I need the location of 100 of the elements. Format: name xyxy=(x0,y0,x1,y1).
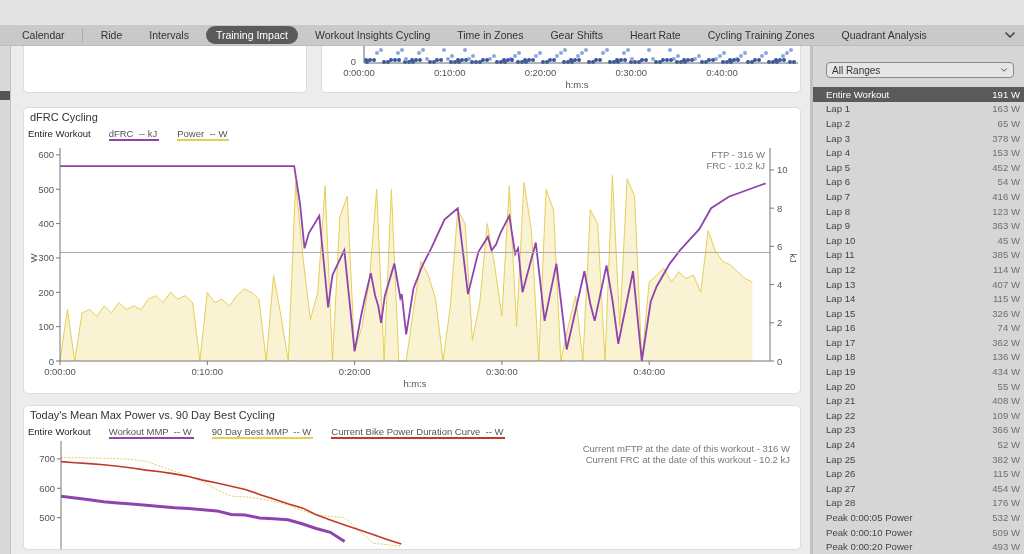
axis-tick-label: 500 xyxy=(39,512,55,524)
range-value: 65 W xyxy=(997,118,1020,129)
range-row[interactable]: Lap 20 55 W xyxy=(813,378,1024,394)
range-row[interactable]: Peak 0:00:10 Power 509 W xyxy=(813,524,1024,540)
chevron-down-icon xyxy=(999,65,1009,75)
range-row[interactable]: Lap 4 153 W xyxy=(813,145,1024,160)
range-label: Peak 0:00:05 Power xyxy=(826,512,913,523)
range-row[interactable]: Lap 9 363 W xyxy=(813,218,1024,233)
tab[interactable]: Intervals xyxy=(139,26,199,44)
axis-tick-label: 0 xyxy=(350,56,356,67)
range-label: Peak 0:00:10 Power xyxy=(826,526,913,538)
range-label: Lap 7 xyxy=(826,190,850,202)
range-row[interactable]: Lap 21 408 W xyxy=(813,393,1024,409)
legend-item: Current Bike Power Duration Curve -- W xyxy=(331,426,506,439)
tab[interactable]: Workout Insights Cycling xyxy=(304,26,441,44)
range-label: Lap 5 xyxy=(826,161,850,173)
range-row[interactable]: Lap 14 115 W xyxy=(813,291,1024,306)
range-value: 385 W xyxy=(992,249,1020,261)
tab[interactable]: Calendar xyxy=(12,26,75,44)
range-row[interactable]: Lap 27 454 W xyxy=(813,481,1024,496)
range-label: Lap 11 xyxy=(826,249,855,261)
range-row[interactable]: Lap 17 362 W xyxy=(813,335,1024,350)
range-row[interactable]: Lap 7 416 W xyxy=(813,189,1024,204)
axis-tick-label: 300 xyxy=(38,252,54,264)
range-label: Lap 15 xyxy=(826,307,856,319)
range-row[interactable]: Lap 10 45 W xyxy=(813,232,1024,248)
range-label: Lap 17 xyxy=(826,336,856,348)
range-row[interactable]: Lap 13 407 W xyxy=(813,276,1024,292)
range-row[interactable]: Lap 16 74 W xyxy=(813,320,1024,336)
chart-annotation: FTP - 316 W xyxy=(711,149,765,160)
axis-tick-label: 200 xyxy=(38,286,54,298)
range-row[interactable]: Entire Workout 191 W xyxy=(813,87,1024,102)
range-label: Lap 24 xyxy=(826,439,856,451)
range-label: Lap 8 xyxy=(826,205,850,217)
range-row[interactable]: Lap 6 54 W xyxy=(813,174,1024,190)
range-row[interactable]: Peak 0:00:20 Power 493 W xyxy=(813,539,1024,554)
range-row[interactable]: Lap 2 65 W xyxy=(813,116,1024,131)
axis-tick-label: 0:30:00 xyxy=(486,366,518,377)
range-label: Lap 26 xyxy=(826,468,856,480)
range-label: Lap 12 xyxy=(826,263,856,275)
axis-tick-label: 6 xyxy=(777,240,783,252)
axis-title: W xyxy=(28,253,39,263)
range-row[interactable]: Lap 24 52 W xyxy=(813,437,1024,452)
tab[interactable]: Training Impact xyxy=(205,26,298,44)
chart-annotation: Current mFTP at the date of this workout - 316 W xyxy=(582,443,790,454)
range-row[interactable]: Lap 11 385 W xyxy=(813,247,1024,263)
range-value: 74 W xyxy=(997,322,1020,334)
range-label: Lap 20 xyxy=(826,380,856,392)
range-row[interactable]: Lap 23 366 W xyxy=(813,422,1024,438)
range-value: 123 W xyxy=(992,205,1020,217)
axis-tick-label: 700 xyxy=(39,453,55,465)
legend-item: Power -- W xyxy=(177,128,230,141)
range-label: Lap 23 xyxy=(826,424,856,436)
range-row[interactable]: Lap 28 176 W xyxy=(813,495,1024,511)
tab[interactable]: Ride xyxy=(90,26,133,44)
axis-tick-label: 0:30:00 xyxy=(615,67,648,78)
range-value: 382 W xyxy=(992,453,1020,465)
range-row[interactable]: Lap 12 114 W xyxy=(813,262,1024,277)
tab[interactable]: Quadrant Analysis xyxy=(831,26,937,44)
axis-tick-label: 0:40:00 xyxy=(706,67,738,78)
range-row[interactable]: Lap 18 136 W xyxy=(813,349,1024,365)
range-select[interactable]: All Ranges xyxy=(826,62,1014,78)
range-value: 326 W xyxy=(992,307,1020,319)
tab[interactable]: Cycling Training Zones xyxy=(697,26,825,44)
range-row[interactable]: Lap 19 434 W xyxy=(813,364,1024,379)
range-label: Lap 4 xyxy=(826,147,850,159)
tab[interactable]: Heart Rate xyxy=(619,26,691,44)
range-value: 153 W xyxy=(992,147,1020,159)
axis-tick-label: 10 xyxy=(777,164,788,176)
tab[interactable]: Gear Shifts xyxy=(540,26,613,44)
axis-title: kJ xyxy=(788,253,799,263)
range-row[interactable]: Lap 8 123 W xyxy=(813,203,1024,219)
range-row[interactable]: Lap 1 163 W xyxy=(813,101,1024,117)
range-label: Lap 6 xyxy=(826,176,850,188)
range-label: Lap 21 xyxy=(826,395,856,407)
range-row[interactable]: Lap 25 382 W xyxy=(813,451,1024,467)
range-value: 55 W xyxy=(997,380,1020,392)
range-value: 191 W xyxy=(992,88,1020,100)
axis-tick-label: 0:10:00 xyxy=(433,67,466,78)
range-row[interactable]: Lap 3 378 W xyxy=(813,130,1024,146)
range-value: 109 W xyxy=(992,409,1020,421)
range-row[interactable]: Peak 0:00:05 Power 532 W xyxy=(813,510,1024,525)
tab[interactable]: Time in Zones xyxy=(447,26,534,44)
axis-tick-label: 0:00:00 xyxy=(343,67,375,78)
range-row[interactable]: Lap 26 115 W xyxy=(813,466,1024,482)
range-value: 408 W xyxy=(992,395,1020,407)
axis-tick-label: 0 xyxy=(777,355,783,367)
legend-item: dFRC -- kJ xyxy=(108,128,160,141)
range-row[interactable]: Lap 5 452 W xyxy=(813,159,1024,175)
range-label: Lap 9 xyxy=(826,220,850,232)
range-value: 115 W xyxy=(993,468,1020,480)
axis-tick-label: 600 xyxy=(38,149,54,161)
range-row[interactable]: Lap 15 326 W xyxy=(813,305,1024,321)
range-label: Entire Workout xyxy=(826,88,890,100)
sidebar-handle[interactable] xyxy=(0,91,10,100)
range-row[interactable]: Lap 22 109 W xyxy=(813,408,1024,423)
axis-tick-label: 0:40:00 xyxy=(633,366,666,377)
axis-tick-label: 100 xyxy=(38,321,54,333)
range-value: 452 W xyxy=(992,161,1020,173)
axis-title: h:m:s xyxy=(403,378,427,389)
